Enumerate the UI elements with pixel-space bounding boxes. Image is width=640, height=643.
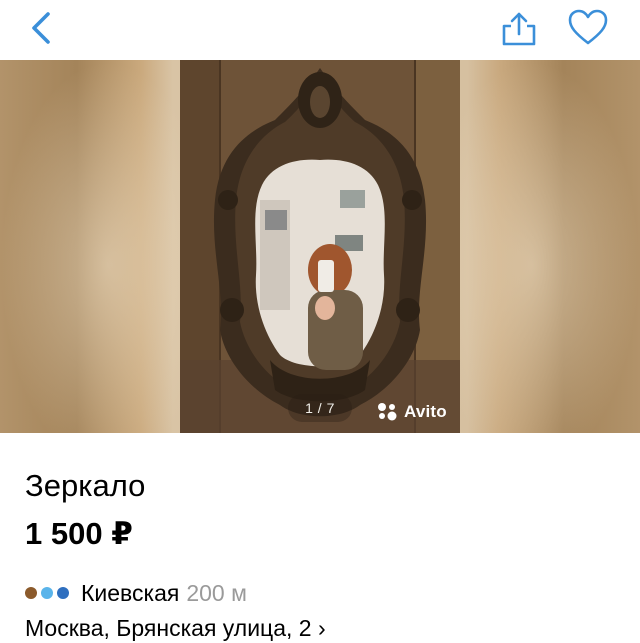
heart-icon[interactable] (565, 8, 611, 48)
avito-logo-icon (378, 403, 397, 421)
listing-address[interactable]: Москва, Брянская улица, 2 › (25, 613, 326, 643)
gallery-blur-right (460, 60, 640, 433)
metro-line-dot (25, 587, 37, 599)
listing-title: Зеркало (25, 468, 146, 503)
gallery-blur-left (0, 60, 180, 433)
photo-gallery[interactable]: 1 / 7 Avito (0, 60, 640, 433)
metro-line-dots (25, 587, 73, 599)
metro-info: Киевская 200 м (25, 579, 247, 607)
metro-line-dot (41, 587, 53, 599)
share-icon[interactable] (496, 6, 542, 50)
avito-watermark: Avito (376, 401, 456, 423)
watermark-text: Avito (404, 402, 447, 421)
photo-counter: 1 / 7 (288, 394, 352, 422)
chevron-left-icon[interactable] (24, 8, 64, 48)
metro-line-dot (57, 587, 69, 599)
metro-station: Киевская (81, 580, 180, 606)
listing-photo[interactable] (180, 60, 460, 433)
listing-price: 1 500 ₽ (25, 516, 133, 551)
top-navigation-bar (0, 0, 640, 60)
metro-distance: 200 м (186, 580, 247, 606)
mirror-image (180, 60, 460, 433)
